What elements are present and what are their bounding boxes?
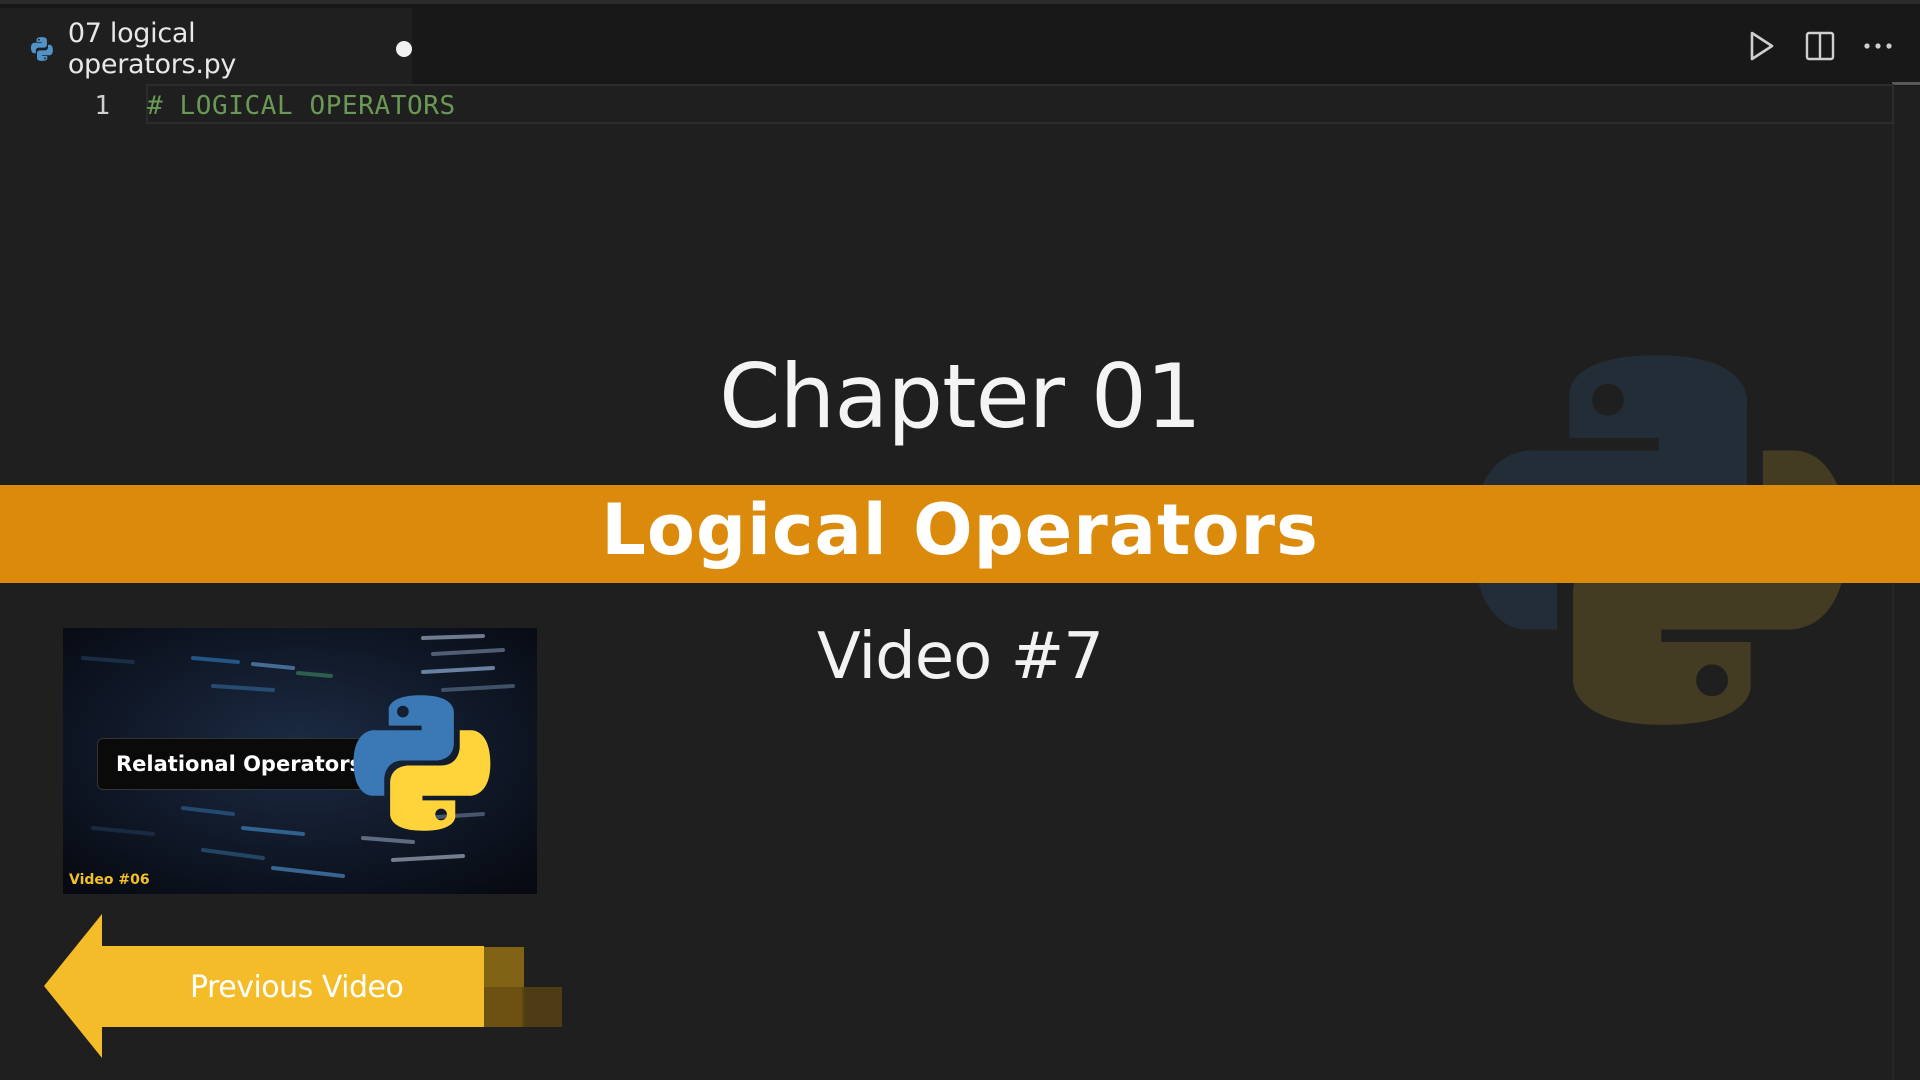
tab-filename: 07 logical operators.py [67,18,237,80]
code-line-comment[interactable]: # LOGICAL OPERATORS [147,86,456,126]
editor-actions [1746,26,1894,66]
overview-ruler-mark [1892,82,1920,85]
python-logo-icon [353,695,491,831]
thumbnail-video-number: Video #06 [69,872,150,888]
chapter-heading: Chapter 01 [719,345,1202,448]
more-actions-icon [1864,43,1892,49]
more-actions-button[interactable] [1862,26,1894,66]
unsaved-dot-icon[interactable] [396,41,412,57]
scrollbar-track[interactable] [1892,86,1894,1080]
run-icon [1750,31,1774,61]
split-editor-icon [1805,31,1835,61]
run-button[interactable] [1746,26,1778,66]
previous-video-label: Previous Video [190,970,404,1005]
split-editor-button[interactable] [1804,26,1836,66]
editor-tab[interactable]: 07 logical operators.py [0,8,412,90]
line-number: 1 [94,91,110,121]
tab-bar: 07 logical operators.py [0,0,1920,90]
previous-video-thumbnail[interactable]: Relational Operators Video #06 [63,628,537,894]
lesson-title: Logical Operators [601,489,1319,571]
thumbnail-title: Relational Operators [97,738,382,790]
python-file-icon [30,37,53,61]
